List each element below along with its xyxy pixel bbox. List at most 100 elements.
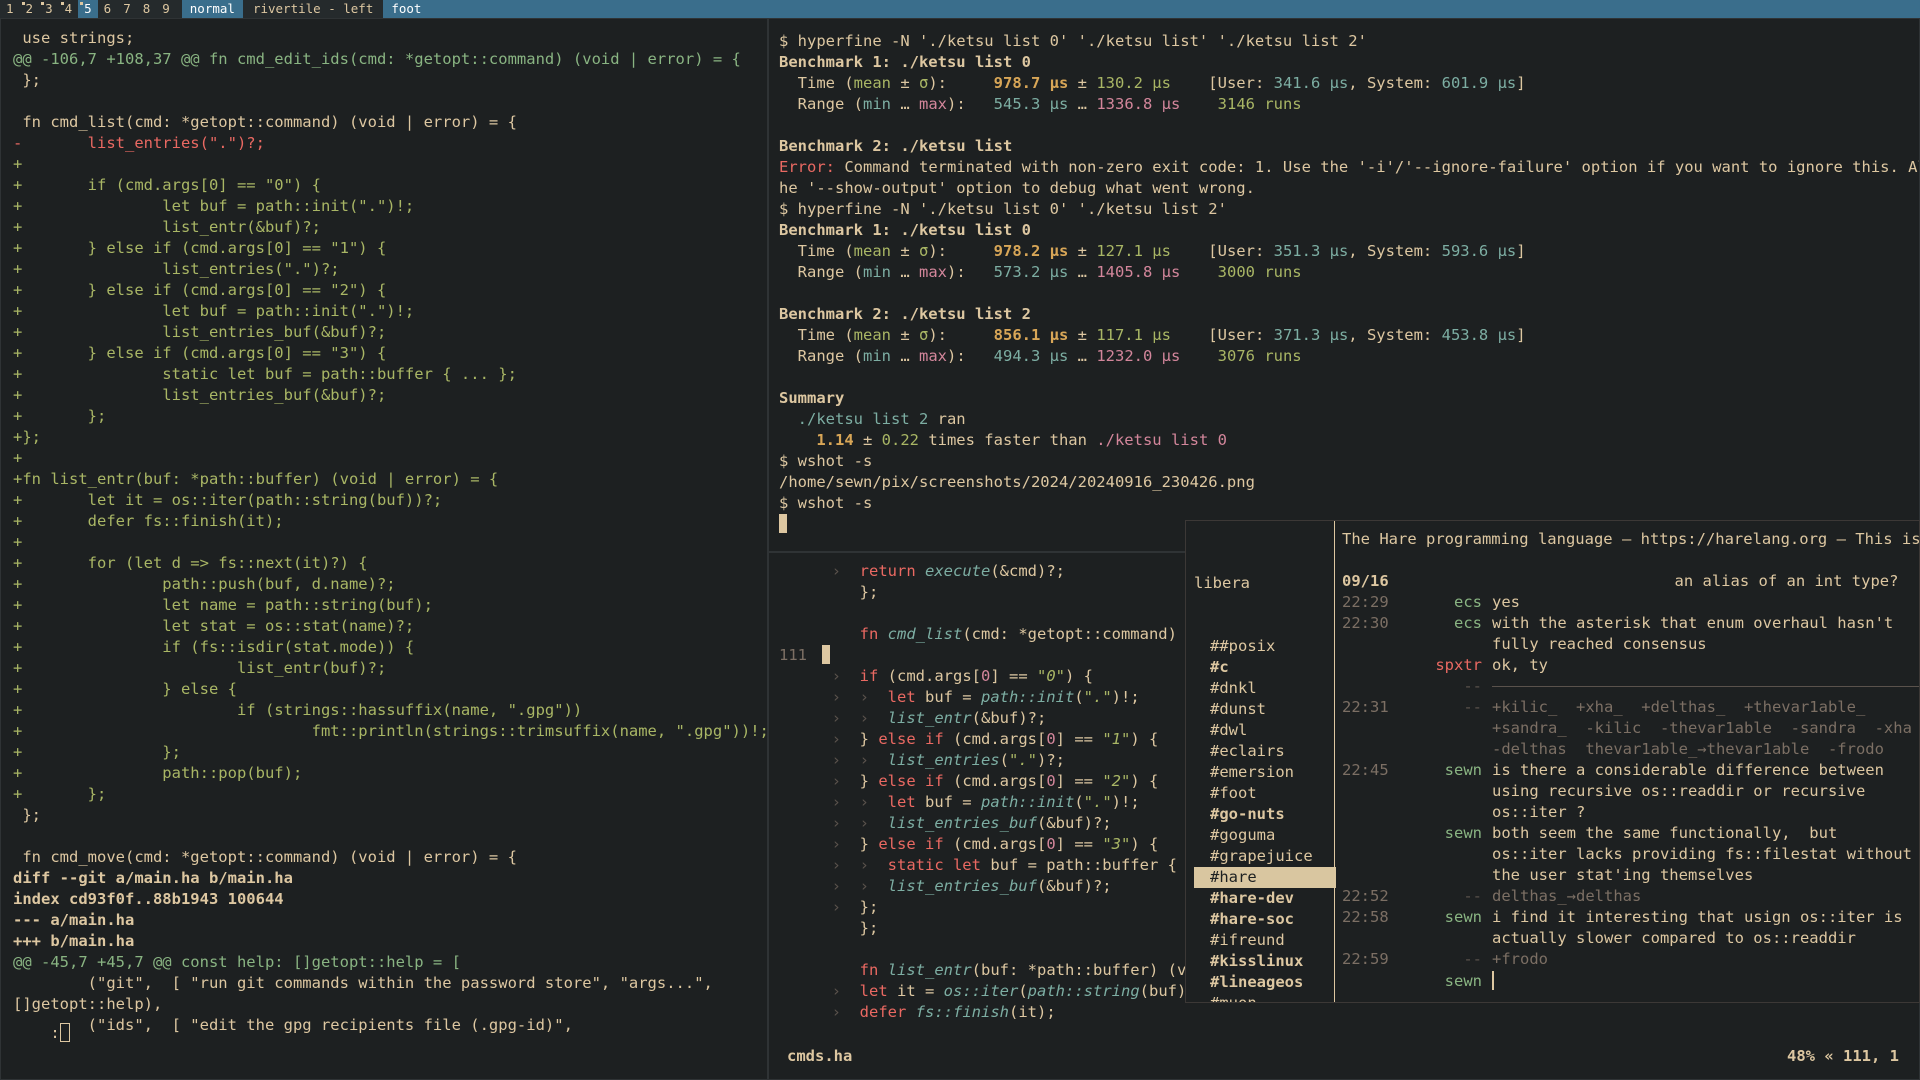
terminal-text: , System: xyxy=(1348,326,1442,344)
diff-line: + list_entr(buf)?; xyxy=(13,659,387,677)
workspace-tag-9[interactable]: 9 xyxy=(156,0,176,18)
workspace-tag-2[interactable]: 2 xyxy=(20,0,40,18)
irc-client-window[interactable]: libera ##posix #c #dnkl #dunst #dwl #eclairs #… xyxy=(1185,520,1920,1003)
code-token: os::iter xyxy=(943,982,1019,1000)
channel-item-foot[interactable]: #foot xyxy=(1194,783,1336,804)
channel-item-go-nuts[interactable]: #go-nuts xyxy=(1194,804,1336,825)
shell-terminal[interactable]: $ hyperfine -N './ketsu list 0' './ketsu… xyxy=(768,18,1920,552)
channel-item-dwl[interactable]: #dwl xyxy=(1194,720,1336,741)
code-token: } xyxy=(859,730,879,748)
terminal-line: Summary xyxy=(779,388,1919,409)
diff-line: + list_entr(&buf)?; xyxy=(13,218,321,236)
terminal-line: $ hyperfine -N './ketsu list 0' './ketsu… xyxy=(779,199,1919,220)
diff-line: @@ -45,7 +45,7 @@ const help: []getopt::… xyxy=(13,953,461,971)
terminal-text: min xyxy=(863,95,891,113)
channel-item-goguma[interactable]: #goguma xyxy=(1194,825,1336,846)
message-nick: -- xyxy=(1463,698,1482,716)
channel-item-dnkl[interactable]: #dnkl xyxy=(1194,678,1336,699)
code-token: "." xyxy=(1008,751,1037,769)
code-token: path::string xyxy=(1027,982,1140,1000)
indent-guide xyxy=(813,940,860,958)
channel-item-muon[interactable]: #muon xyxy=(1194,993,1336,1002)
code-token: fn xyxy=(859,961,888,979)
terminal-text: 3146 runs xyxy=(1180,95,1302,113)
terminal-text: 545.3 µs xyxy=(993,95,1069,113)
diff-line: +fn list_entr(buf: *path::buffer) (void … xyxy=(13,470,499,488)
diff-line: + let buf = path::init(".")!; xyxy=(13,197,415,215)
code-token: }; xyxy=(859,919,879,937)
channel-item-posix[interactable]: ##posix xyxy=(1194,636,1336,657)
channel-item-c[interactable]: #c xyxy=(1194,657,1336,678)
terminal-text: ± xyxy=(1068,74,1097,92)
workspace-tag-4[interactable]: 4 xyxy=(59,0,79,18)
code-token: return xyxy=(859,562,925,580)
pager-prompt-line[interactable]: : xyxy=(13,1002,70,1065)
message-time: 22:29 xyxy=(1342,593,1389,611)
channel-item-lineageos[interactable]: #lineageos xyxy=(1194,972,1336,993)
channel-item-eclairs[interactable]: #eclairs xyxy=(1194,741,1336,762)
code-token: let xyxy=(887,688,925,706)
terminal-text: ] xyxy=(1516,74,1526,92)
channel-item-kisslinux[interactable]: #kisslinux xyxy=(1194,951,1336,972)
workspace-tag-1[interactable]: 1 xyxy=(0,0,20,18)
code-token: ) { xyxy=(1130,730,1159,748)
terminal-text: ] xyxy=(1516,242,1526,260)
indent-guide xyxy=(813,604,860,622)
workspace-tag-3[interactable]: 3 xyxy=(39,0,59,18)
terminal-text: Benchmark 1: ./ketsu list 0 xyxy=(779,221,1031,239)
diff-line xyxy=(13,826,767,847)
code-token: (&cmd)?; xyxy=(990,562,1065,580)
workspace-tag-5[interactable]: 5 xyxy=(78,0,98,18)
shell-output: $ hyperfine -N './ketsu list 0' './ketsu… xyxy=(779,31,1919,535)
channel-item-hare[interactable]: #hare xyxy=(1194,867,1336,888)
workspace-tag-8[interactable]: 8 xyxy=(137,0,157,18)
message-body: an alias of an int type? xyxy=(1674,572,1899,590)
terminal-text: Range ( xyxy=(779,347,863,365)
message-input[interactable]: sewn xyxy=(1342,971,1494,992)
code-token: list_entr xyxy=(887,709,972,727)
channel-item-ifreund[interactable]: #ifreund xyxy=(1194,930,1336,951)
code-token: buf = xyxy=(924,688,981,706)
irc-message: spxtr ok, ty xyxy=(1342,655,1919,676)
terminal-text: mean xyxy=(853,326,891,344)
workspace-tag-7[interactable]: 7 xyxy=(117,0,137,18)
terminal-text: 593.6 µs xyxy=(1441,242,1517,260)
code-line[interactable]: › defer fs::finish(it); xyxy=(779,1002,1298,1023)
channel-item-grapejuice[interactable]: #grapejuice xyxy=(1194,846,1336,867)
code-token: path::init xyxy=(980,793,1075,811)
diff-terminal[interactable]: use strings; @@ -106,7 +108,37 @@ fn cmd_… xyxy=(0,18,768,1080)
message-nick: sewn xyxy=(1444,824,1482,842)
code-token: else if xyxy=(878,772,953,790)
terminal-text: $ hyperfine -N './ketsu list 0' './ketsu… xyxy=(779,32,1367,50)
channel-item-emersion[interactable]: #emersion xyxy=(1194,762,1336,783)
indent-guide xyxy=(813,961,860,979)
terminal-text: … xyxy=(891,95,919,113)
diff-line: ("ids", [ "edit the gpg recipients file … xyxy=(87,1016,573,1034)
terminal-text: min xyxy=(863,263,891,281)
workspace-tag-6[interactable]: 6 xyxy=(98,0,118,18)
line-number: 111 xyxy=(779,646,807,664)
message-nick: -- xyxy=(1463,677,1482,695)
code-token: ) { xyxy=(1130,772,1159,790)
indent-guide: › xyxy=(813,730,860,748)
terminal-cursor xyxy=(779,514,787,533)
channel-item-dunst[interactable]: #dunst xyxy=(1194,699,1336,720)
channel-item-hare-soc[interactable]: #hare-soc xyxy=(1194,909,1336,930)
terminal-line: 1.14 ± 0.22 times faster than ./ketsu li… xyxy=(779,430,1919,451)
code-token: it = xyxy=(897,982,944,1000)
code-token: (&buf)?; xyxy=(1036,877,1112,895)
terminal-text: ± xyxy=(853,431,882,449)
code-token: "2" xyxy=(1102,772,1131,790)
diff-line: + if (cmd.args[0] == "0") { xyxy=(13,176,321,194)
terminal-line: Time (mean ± σ): 978.7 µs ± 130.2 µs [Us… xyxy=(779,73,1919,94)
code-token: else if xyxy=(878,835,953,853)
terminal-text: Command terminated with non-zero exit co… xyxy=(844,158,1919,176)
code-token: "0" xyxy=(1037,667,1066,685)
terminal-text: ± xyxy=(1068,242,1097,260)
input-nick: sewn xyxy=(1444,972,1482,990)
terminal-line: $ wshot -s xyxy=(779,451,1919,472)
channel-item-hare-dev[interactable]: #hare-dev xyxy=(1194,888,1336,909)
message-time: 22:52 xyxy=(1342,887,1389,905)
terminal-text: Time ( xyxy=(779,74,854,92)
